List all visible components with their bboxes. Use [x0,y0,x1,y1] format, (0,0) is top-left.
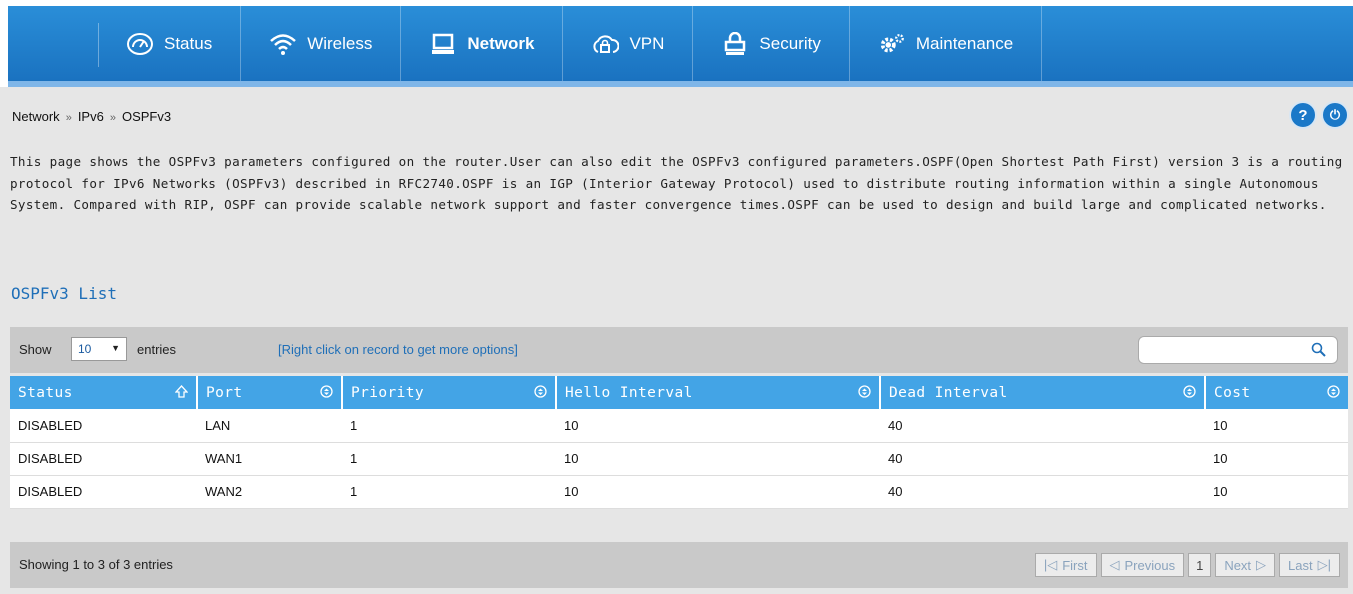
content-area: Network » IPv6 » OSPFv3 ? ⏻ This page shows … [0,87,1353,594]
sort-both-icon [1183,385,1196,398]
breadcrumb: Network » IPv6 » OSPFv3 [12,109,171,124]
nav-maintenance[interactable]: Maintenance [850,6,1043,81]
cell-port: LAN [197,409,342,443]
nav-divider [98,23,99,67]
right-click-hint: [Right click on record to get more optio… [278,342,518,357]
cell-status: DISABLED [10,475,197,509]
nav-security[interactable]: Security [693,6,850,81]
col-header-label: Port [206,384,243,401]
main-nav: Status Wireless Network VPN Security Mai… [8,6,1353,81]
cell-hello-interval: 10 [556,475,880,509]
first-icon: |◁ [1043,557,1058,572]
nav-label: Network [467,33,535,53]
ospfv3-table: Status Port Priority Hello Interval Dead… [10,376,1348,509]
page-size-value: 10 [78,342,92,356]
nav-label: Wireless [307,33,373,53]
current-page-button[interactable]: 1 [1188,553,1212,577]
last-page-button[interactable]: Last ▷| [1279,553,1340,577]
cell-cost: 10 [1205,475,1348,509]
nav-label: Security [759,33,821,53]
cell-dead-interval: 40 [880,409,1205,443]
breadcrumb-separator: » [65,112,72,124]
table-toolbar: Show 10 ▼ entries [Right click on record… [10,327,1348,373]
cell-priority: 1 [342,442,556,476]
breadcrumb-ospfv3: OSPFv3 [121,109,172,124]
chevron-down-icon: ▼ [111,343,120,353]
cell-hello-interval: 10 [556,409,880,443]
lock-icon [721,31,749,56]
show-label: Show [19,342,52,357]
nav-status[interactable]: Status [98,6,242,81]
pagination: |◁ First ◁ Previous 1 Next ▷ Last ▷| [1034,553,1340,577]
sort-both-icon [320,385,333,398]
sort-up-icon [175,385,188,398]
search-input[interactable] [1138,336,1338,364]
next-label: Next [1224,557,1252,573]
table-row[interactable]: DISABLED LAN 1 10 40 10 [10,409,1348,443]
sort-both-icon [1327,385,1340,398]
help-button[interactable]: ? [1289,101,1317,129]
sort-both-icon [534,385,547,398]
col-header-label: Status [18,384,73,401]
breadcrumb-ipv6[interactable]: IPv6 [78,109,104,124]
col-header-label: Cost [1214,384,1251,401]
first-page-button[interactable]: |◁ First [1034,553,1097,577]
table-footer: Showing 1 to 3 of 3 entries |◁ First ◁ Pre… [10,542,1348,588]
previous-icon: ◁ [1109,557,1120,572]
col-header-port[interactable]: Port [197,376,343,409]
cell-priority: 1 [342,409,556,443]
cell-hello-interval: 10 [556,442,880,476]
speedometer-icon [126,32,154,56]
search-icon[interactable] [1311,342,1327,361]
next-icon: ▷ [1256,557,1267,572]
page-description: This page shows the OSPFv3 parameters co… [10,154,1343,212]
next-page-button[interactable]: Next ▷ [1215,553,1276,577]
cell-status: DISABLED [10,409,197,443]
cell-dead-interval: 40 [880,475,1205,509]
nav-network[interactable]: Network [401,6,564,81]
nav-label: VPN [629,33,665,53]
logout-button[interactable]: ⏻ [1321,101,1349,129]
page-size-select[interactable]: 10 ▼ [71,337,127,361]
table-header-row: Status Port Priority Hello Interval Dead… [10,376,1348,409]
nav-label: Status [164,33,213,53]
cell-cost: 10 [1205,409,1348,443]
entries-info: Showing 1 to 3 of 3 entries [19,557,173,572]
col-header-dead-interval[interactable]: Dead Interval [880,376,1206,409]
nav-label: Maintenance [915,33,1014,53]
cell-priority: 1 [342,475,556,509]
col-header-hello-interval[interactable]: Hello Interval [556,376,881,409]
col-header-cost[interactable]: Cost [1205,376,1348,409]
nav-vpn[interactable]: VPN [563,6,694,81]
col-header-label: Hello Interval [565,384,693,401]
list-title: OSPFv3 List [11,284,117,303]
col-header-status[interactable]: Status [10,376,198,409]
cell-cost: 10 [1205,442,1348,476]
breadcrumb-network[interactable]: Network [12,109,60,124]
cell-status: DISABLED [10,442,197,476]
table-row[interactable]: DISABLED WAN2 1 10 40 10 [10,475,1348,509]
wifi-icon [269,32,297,56]
last-label: Last [1288,557,1313,573]
sort-both-icon [858,385,871,398]
first-label: First [1062,557,1088,573]
col-header-priority[interactable]: Priority [342,376,557,409]
breadcrumb-separator: » [109,112,116,124]
entries-label: entries [137,342,177,357]
cell-dead-interval: 40 [880,442,1205,476]
previous-page-button[interactable]: ◁ Previous [1100,553,1185,577]
previous-label: Previous [1124,557,1176,573]
cell-port: WAN2 [197,475,342,509]
cloud-lock-icon [591,32,620,56]
col-header-label: Priority [351,384,425,401]
last-icon: ▷| [1317,557,1331,572]
monitor-icon [429,32,457,56]
gears-icon [878,32,906,56]
nav-wireless[interactable]: Wireless [241,6,402,81]
cell-port: WAN1 [197,442,342,476]
col-header-label: Dead Interval [889,384,1008,401]
table-row[interactable]: DISABLED WAN1 1 10 40 10 [10,442,1348,476]
